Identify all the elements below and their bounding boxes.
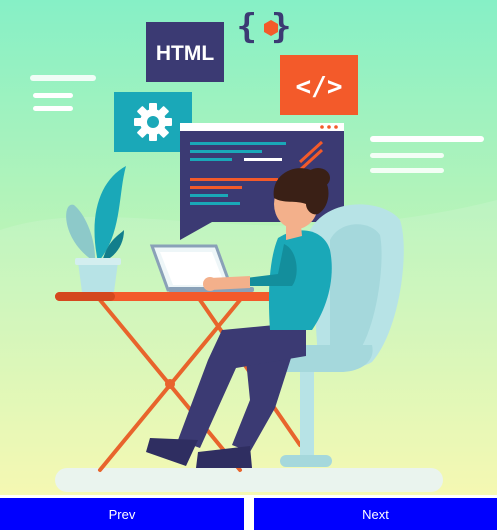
next-button[interactable]: Next: [254, 498, 497, 530]
html-badge-text: HTML: [156, 42, 214, 65]
braces-icon: {}: [237, 7, 292, 47]
prev-button[interactable]: Prev: [0, 498, 244, 530]
hero-illustration: HTML {} </>: [0, 0, 497, 495]
navigation-bar: Prev Next: [0, 498, 497, 530]
floor-shadow: [55, 468, 443, 492]
html-badge: HTML: [146, 22, 224, 82]
code-tag-badge: </>: [280, 55, 358, 115]
code-tag-text: </>: [296, 72, 343, 102]
gear-icon: [134, 103, 172, 141]
